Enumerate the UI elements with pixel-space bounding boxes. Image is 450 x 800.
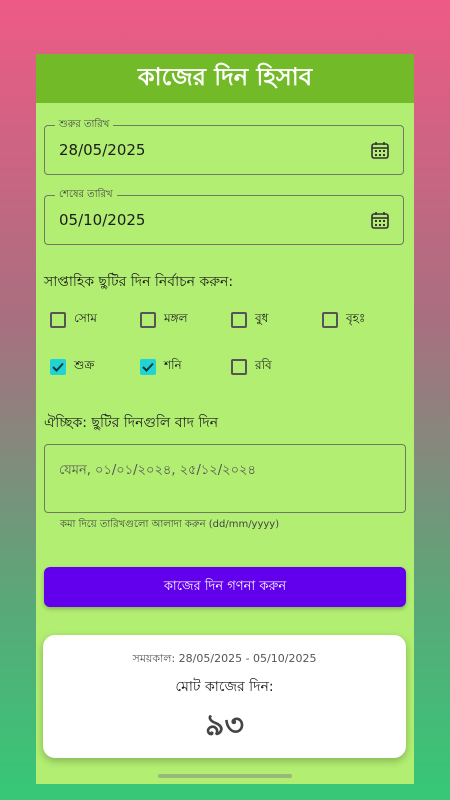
end-date-value: 05/10/2025 (59, 211, 146, 229)
calculate-button-label: কাজের দিন গণনা করুন (163, 578, 287, 594)
app-card: কাজের দিন হিসাব শুরুর তারিখ 28/05/2025 শ… (36, 54, 414, 784)
check-icon (52, 362, 64, 372)
checkbox-label: বৃহঃ (346, 311, 366, 325)
checkbox-box-checked[interactable] (50, 359, 66, 375)
check-icon (142, 362, 154, 372)
end-date-field[interactable]: শেষের তারিখ 05/10/2025 (44, 188, 404, 245)
checkbox-label: মঙ্গল (164, 311, 188, 325)
start-date-field[interactable]: শুরুর তারিখ 28/05/2025 (44, 118, 404, 175)
holiday-dates-placeholder: যেমন, ০১/০১/২০২৪, ২৫/১২/২০২৪ (59, 463, 256, 478)
checkbox-mon[interactable]: সোম (50, 310, 97, 330)
calendar-icon[interactable] (371, 211, 389, 229)
holiday-dates-input[interactable]: যেমন, ০১/০১/২০২৪, ২৫/১২/২০২৪ (44, 444, 406, 513)
checkbox-box[interactable] (322, 312, 338, 328)
start-date-value: 28/05/2025 (59, 141, 146, 159)
checkbox-box[interactable] (50, 312, 66, 328)
checkbox-box-checked[interactable] (140, 359, 156, 375)
calendar-icon[interactable] (371, 141, 389, 159)
checkbox-sat[interactable]: শনি (140, 357, 182, 377)
checkbox-box[interactable] (231, 359, 247, 375)
checkbox-label: শনি (164, 358, 182, 372)
holiday-dates-helper-text: কমা দিয়ে তারিখগুলো আলাদা করুন (dd/mm/yy… (60, 519, 280, 530)
home-indicator (158, 774, 292, 778)
checkbox-label: শুক্র (74, 358, 95, 372)
checkbox-fri[interactable]: শুক্র (50, 357, 94, 377)
optional-holidays-title: ঐচ্ছিক: ছুটির দিনগুলি বাদ দিন (44, 415, 219, 431)
app-title: কাজের দিন হিসাব (137, 62, 313, 91)
checkbox-tue[interactable]: মঙ্গল (140, 310, 188, 330)
total-workdays-value: ৯৩ (205, 708, 244, 743)
weekly-holidays-title: সাপ্তাহিক ছুটির দিন নির্বাচন করুন: (44, 274, 234, 290)
calculate-button[interactable]: কাজের দিন গণনা করুন (44, 567, 406, 607)
app-bar: কাজের দিন হিসাব (36, 54, 414, 103)
start-date-label: শুরুর তারিখ (55, 118, 114, 132)
checkbox-thu[interactable]: বৃহঃ (322, 310, 365, 330)
checkbox-box[interactable] (231, 312, 247, 328)
end-date-label: শেষের তারিখ (55, 188, 117, 202)
result-card: সময়কাল: 28/05/2025 - 05/10/2025 মোট কাজ… (43, 635, 406, 758)
checkbox-label: বুধ (255, 311, 269, 325)
total-workdays-label: মোট কাজের দিন: (175, 679, 274, 695)
checkbox-label: সোম (74, 311, 97, 325)
checkbox-wed[interactable]: বুধ (231, 310, 268, 330)
result-period: সময়কাল: 28/05/2025 - 05/10/2025 (132, 652, 317, 665)
checkbox-box[interactable] (140, 312, 156, 328)
checkbox-label: রবি (255, 358, 272, 372)
checkbox-sun[interactable]: রবি (231, 357, 272, 377)
